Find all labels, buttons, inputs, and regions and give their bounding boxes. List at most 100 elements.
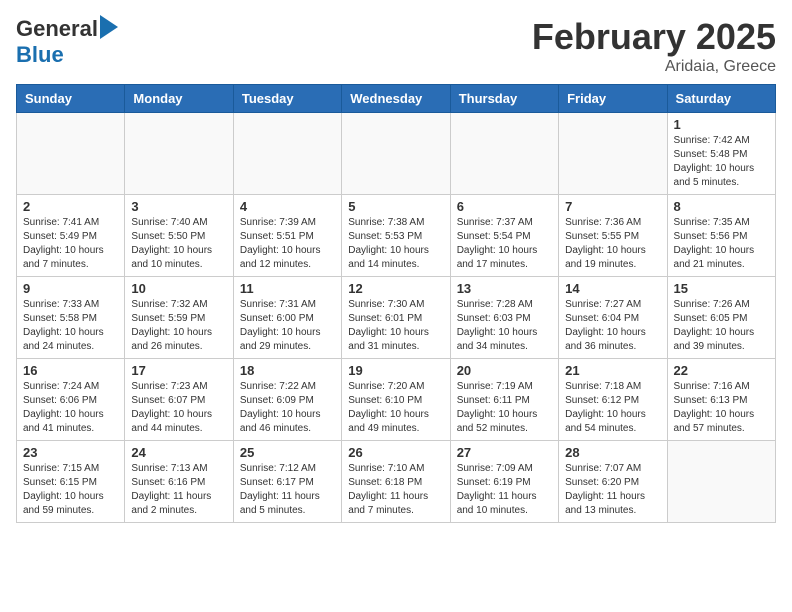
table-row: 2 Sunrise: 7:41 AM Sunset: 5:49 PM Daylig… — [17, 195, 125, 277]
table-row — [450, 113, 558, 195]
table-row: 22 Sunrise: 7:16 AM Sunset: 6:13 PM Dayli… — [667, 359, 775, 441]
day-info: Sunrise: 7:31 AM Sunset: 6:00 PM Dayligh… — [240, 298, 335, 354]
day-info: Sunrise: 7:12 AM Sunset: 6:17 PM Dayligh… — [240, 462, 335, 518]
day-number: 16 — [23, 363, 118, 378]
day-info: Sunrise: 7:42 AM Sunset: 5:48 PM Dayligh… — [674, 134, 769, 190]
table-row — [667, 441, 775, 523]
day-info: Sunrise: 7:40 AM Sunset: 5:50 PM Dayligh… — [131, 216, 226, 272]
day-info: Sunrise: 7:19 AM Sunset: 6:11 PM Dayligh… — [457, 380, 552, 436]
day-info: Sunrise: 7:09 AM Sunset: 6:19 PM Dayligh… — [457, 462, 552, 518]
day-info: Sunrise: 7:27 AM Sunset: 6:04 PM Dayligh… — [565, 298, 660, 354]
table-row: 1 Sunrise: 7:42 AM Sunset: 5:48 PM Daylig… — [667, 113, 775, 195]
day-info: Sunrise: 7:18 AM Sunset: 6:12 PM Dayligh… — [565, 380, 660, 436]
calendar-week-row: 1 Sunrise: 7:42 AM Sunset: 5:48 PM Daylig… — [17, 113, 776, 195]
table-row: 9 Sunrise: 7:33 AM Sunset: 5:58 PM Daylig… — [17, 277, 125, 359]
logo-general-text: General — [16, 16, 98, 42]
location-subtitle: Aridaia, Greece — [532, 58, 776, 76]
table-row: 6Sunrise: 7:37 AM Sunset: 5:54 PM Daylig… — [450, 195, 558, 277]
table-row: 28 Sunrise: 7:07 AM Sunset: 6:20 PM Dayli… — [559, 441, 667, 523]
table-row — [17, 113, 125, 195]
day-info: Sunrise: 7:16 AM Sunset: 6:13 PM Dayligh… — [674, 380, 769, 436]
day-number: 2 — [23, 199, 118, 214]
table-row: 23 Sunrise: 7:15 AM Sunset: 6:15 PM Dayli… — [17, 441, 125, 523]
calendar-week-row: 16 Sunrise: 7:24 AM Sunset: 6:06 PM Dayli… — [17, 359, 776, 441]
logo-arrow-icon — [100, 15, 118, 39]
header-monday: Monday — [125, 85, 233, 113]
day-number: 11 — [240, 281, 335, 296]
day-number: 6 — [457, 199, 552, 214]
page-header: General Blue February 2025 Aridaia, Gree… — [16, 16, 776, 76]
table-row: 11 Sunrise: 7:31 AM Sunset: 6:00 PM Dayli… — [233, 277, 341, 359]
day-info: Sunrise: 7:22 AM Sunset: 6:09 PM Dayligh… — [240, 380, 335, 436]
header-tuesday: Tuesday — [233, 85, 341, 113]
day-info: Sunrise: 7:33 AM Sunset: 5:58 PM Dayligh… — [23, 298, 118, 354]
day-number: 28 — [565, 445, 660, 460]
table-row: 27 Sunrise: 7:09 AM Sunset: 6:19 PM Dayli… — [450, 441, 558, 523]
day-number: 12 — [348, 281, 443, 296]
month-title: February 2025 — [532, 16, 776, 58]
day-info: Sunrise: 7:36 AM Sunset: 5:55 PM Dayligh… — [565, 216, 660, 272]
calendar-table: Sunday Monday Tuesday Wednesday Thursday… — [16, 84, 776, 523]
day-number: 19 — [348, 363, 443, 378]
table-row: 26 Sunrise: 7:10 AM Sunset: 6:18 PM Dayli… — [342, 441, 450, 523]
table-row: 18 Sunrise: 7:22 AM Sunset: 6:09 PM Dayli… — [233, 359, 341, 441]
day-info: Sunrise: 7:41 AM Sunset: 5:49 PM Dayligh… — [23, 216, 118, 272]
table-row: 10 Sunrise: 7:32 AM Sunset: 5:59 PM Dayli… — [125, 277, 233, 359]
day-number: 5 — [348, 199, 443, 214]
day-info: Sunrise: 7:15 AM Sunset: 6:15 PM Dayligh… — [23, 462, 118, 518]
table-row: 15 Sunrise: 7:26 AM Sunset: 6:05 PM Dayli… — [667, 277, 775, 359]
day-number: 26 — [348, 445, 443, 460]
table-row: 16 Sunrise: 7:24 AM Sunset: 6:06 PM Dayli… — [17, 359, 125, 441]
day-number: 14 — [565, 281, 660, 296]
day-number: 1 — [674, 117, 769, 132]
table-row — [125, 113, 233, 195]
table-row: 4 Sunrise: 7:39 AM Sunset: 5:51 PM Daylig… — [233, 195, 341, 277]
calendar-week-row: 2 Sunrise: 7:41 AM Sunset: 5:49 PM Daylig… — [17, 195, 776, 277]
day-info: Sunrise: 7:07 AM Sunset: 6:20 PM Dayligh… — [565, 462, 660, 518]
day-number: 22 — [674, 363, 769, 378]
table-row: 3Sunrise: 7:40 AM Sunset: 5:50 PM Daylig… — [125, 195, 233, 277]
day-info: Sunrise: 7:38 AM Sunset: 5:53 PM Dayligh… — [348, 216, 443, 272]
day-number: 18 — [240, 363, 335, 378]
day-info: Sunrise: 7:24 AM Sunset: 6:06 PM Dayligh… — [23, 380, 118, 436]
header-friday: Friday — [559, 85, 667, 113]
day-info: Sunrise: 7:28 AM Sunset: 6:03 PM Dayligh… — [457, 298, 552, 354]
day-info: Sunrise: 7:39 AM Sunset: 5:51 PM Dayligh… — [240, 216, 335, 272]
day-number: 4 — [240, 199, 335, 214]
header-saturday: Saturday — [667, 85, 775, 113]
header-thursday: Thursday — [450, 85, 558, 113]
title-section: February 2025 Aridaia, Greece — [532, 16, 776, 76]
table-row: 5 Sunrise: 7:38 AM Sunset: 5:53 PM Daylig… — [342, 195, 450, 277]
day-number: 25 — [240, 445, 335, 460]
day-number: 9 — [23, 281, 118, 296]
table-row: 14 Sunrise: 7:27 AM Sunset: 6:04 PM Dayli… — [559, 277, 667, 359]
header-wednesday: Wednesday — [342, 85, 450, 113]
table-row — [559, 113, 667, 195]
table-row: 8Sunrise: 7:35 AM Sunset: 5:56 PM Daylig… — [667, 195, 775, 277]
logo-blue-text: Blue — [16, 42, 64, 67]
table-row: 20Sunrise: 7:19 AM Sunset: 6:11 PM Dayli… — [450, 359, 558, 441]
day-info: Sunrise: 7:20 AM Sunset: 6:10 PM Dayligh… — [348, 380, 443, 436]
day-number: 17 — [131, 363, 226, 378]
day-number: 24 — [131, 445, 226, 460]
table-row: 21Sunrise: 7:18 AM Sunset: 6:12 PM Dayli… — [559, 359, 667, 441]
calendar-header-row: Sunday Monday Tuesday Wednesday Thursday… — [17, 85, 776, 113]
table-row: 17Sunrise: 7:23 AM Sunset: 6:07 PM Dayli… — [125, 359, 233, 441]
day-number: 15 — [674, 281, 769, 296]
table-row: 12Sunrise: 7:30 AM Sunset: 6:01 PM Dayli… — [342, 277, 450, 359]
day-info: Sunrise: 7:10 AM Sunset: 6:18 PM Dayligh… — [348, 462, 443, 518]
day-info: Sunrise: 7:13 AM Sunset: 6:16 PM Dayligh… — [131, 462, 226, 518]
day-number: 13 — [457, 281, 552, 296]
logo: General Blue — [16, 16, 118, 68]
calendar-week-row: 23 Sunrise: 7:15 AM Sunset: 6:15 PM Dayli… — [17, 441, 776, 523]
calendar-week-row: 9 Sunrise: 7:33 AM Sunset: 5:58 PM Daylig… — [17, 277, 776, 359]
day-info: Sunrise: 7:26 AM Sunset: 6:05 PM Dayligh… — [674, 298, 769, 354]
day-number: 10 — [131, 281, 226, 296]
header-sunday: Sunday — [17, 85, 125, 113]
table-row — [233, 113, 341, 195]
day-info: Sunrise: 7:32 AM Sunset: 5:59 PM Dayligh… — [131, 298, 226, 354]
day-number: 8 — [674, 199, 769, 214]
day-number: 23 — [23, 445, 118, 460]
day-number: 27 — [457, 445, 552, 460]
table-row: 7Sunrise: 7:36 AM Sunset: 5:55 PM Daylig… — [559, 195, 667, 277]
